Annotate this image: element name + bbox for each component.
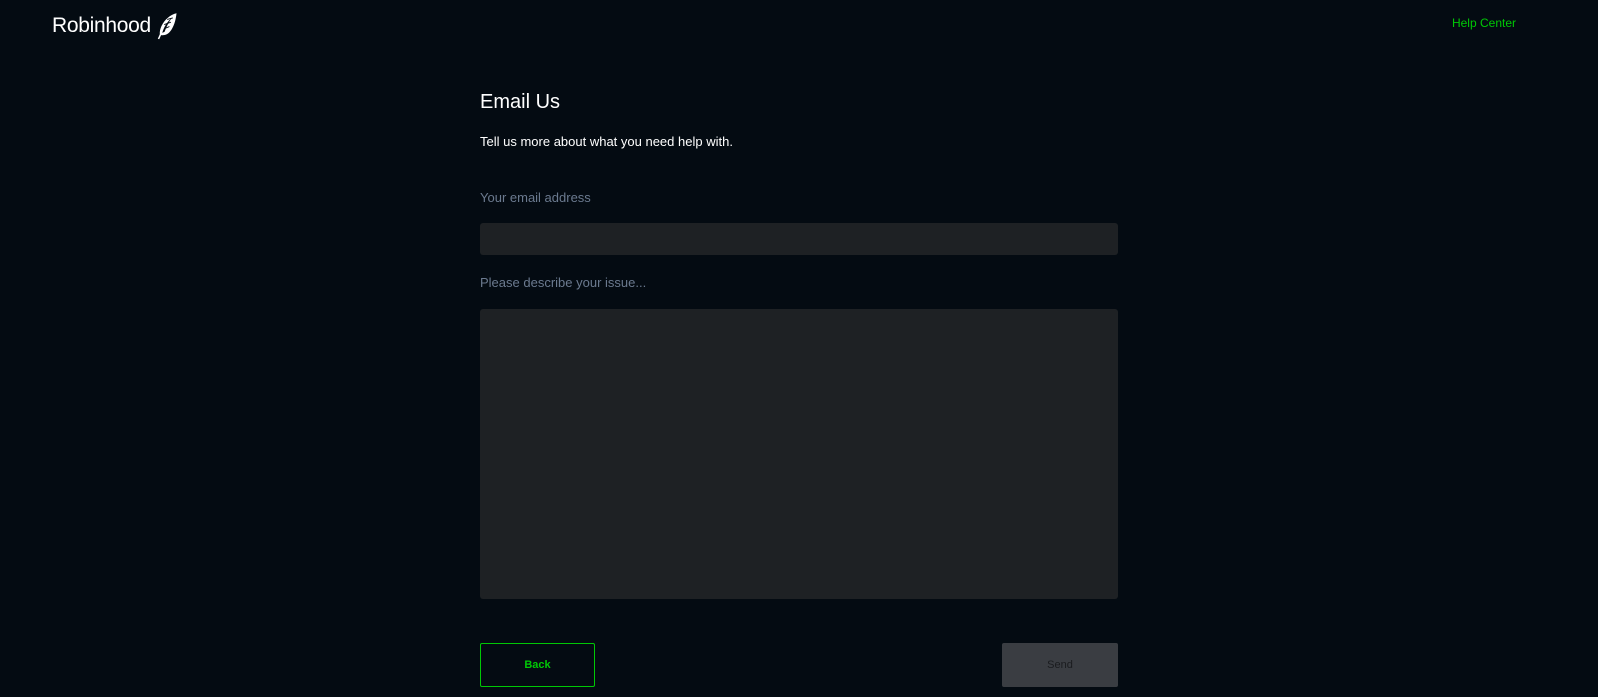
robinhood-logo[interactable]: Robinhood bbox=[52, 11, 178, 41]
logo-text: Robinhood bbox=[52, 14, 151, 37]
page-title: Email Us bbox=[480, 91, 561, 113]
page-subtitle: Tell us more about what you need help wi… bbox=[480, 134, 733, 149]
feather-icon bbox=[157, 13, 177, 40]
email-field[interactable] bbox=[480, 223, 1118, 255]
email-field-label: Your email address bbox=[480, 190, 591, 205]
issue-textarea[interactable] bbox=[480, 309, 1118, 599]
help-center-link[interactable]: Help Center bbox=[1452, 16, 1516, 30]
send-button[interactable]: Send bbox=[1002, 643, 1118, 687]
back-button[interactable]: Back bbox=[480, 643, 595, 687]
issue-field-label: Please describe your issue... bbox=[480, 275, 647, 290]
email-us-page: Robinhood Help Center Email Us Tell us m… bbox=[0, 0, 1598, 697]
